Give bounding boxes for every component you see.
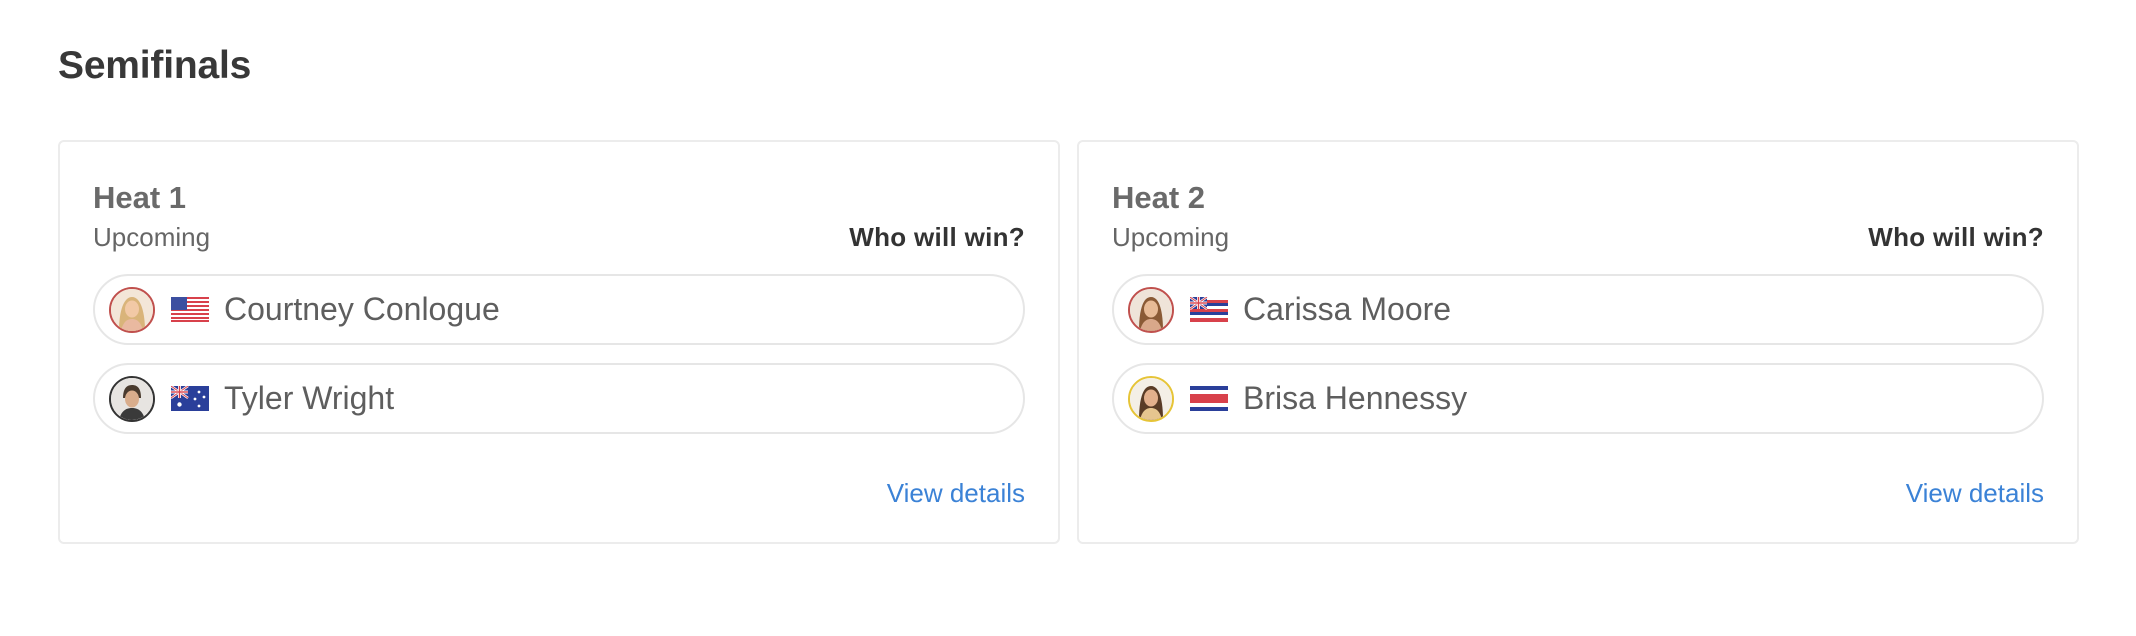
costa-rica-flag-icon [1190, 386, 1228, 411]
surfer-option-tyler-wright[interactable]: Tyler Wright [93, 363, 1025, 434]
page: Semifinals Heat 1 Upcoming Who will win? [0, 0, 2136, 636]
hawaii-flag-icon [1190, 297, 1228, 322]
heat-subheader: Upcoming Who will win? [93, 220, 1025, 254]
heat-card-2: Heat 2 Upcoming Who will win? Carissa Mo… [1077, 140, 2079, 544]
view-details-link[interactable]: View details [1906, 478, 2044, 509]
heat-card-1: Heat 1 Upcoming Who will win? Courtney C… [58, 140, 1060, 544]
surfer-name: Carissa Moore [1243, 291, 1452, 327]
surfer-avatar [1128, 286, 1174, 333]
surfer-avatar [109, 286, 155, 333]
heat-title: Heat 1 [93, 180, 187, 215]
view-details-link[interactable]: View details [887, 478, 1025, 509]
heats-row: Heat 1 Upcoming Who will win? Courtney C… [58, 140, 2079, 544]
heat-status: Upcoming [1112, 222, 1230, 252]
surfer-avatar [1128, 375, 1174, 422]
surfer-list: Courtney Conlogue Tyler Wright [93, 274, 1025, 434]
surfer-option-carissa-moore[interactable]: Carissa Moore [1112, 274, 2044, 345]
who-will-win-label: Who will win? [849, 222, 1025, 252]
australia-flag-icon [171, 386, 209, 411]
surfer-option-brisa-hennessy[interactable]: Brisa Hennessy [1112, 363, 2044, 434]
surfer-name: Tyler Wright [224, 380, 395, 416]
who-will-win-label: Who will win? [1868, 222, 2044, 252]
surfer-name: Courtney Conlogue [224, 291, 500, 327]
heat-status: Upcoming [93, 222, 211, 252]
surfer-list: Carissa Moore Brisa Hennessy [1112, 274, 2044, 434]
surfer-avatar [109, 375, 155, 422]
heat-title: Heat 2 [1112, 180, 1206, 215]
heat-subheader: Upcoming Who will win? [1112, 220, 2044, 254]
usa-flag-icon [171, 297, 209, 322]
section-title: Semifinals [58, 44, 252, 87]
surfer-option-courtney-conlogue[interactable]: Courtney Conlogue [93, 274, 1025, 345]
surfer-name: Brisa Hennessy [1243, 380, 1468, 416]
